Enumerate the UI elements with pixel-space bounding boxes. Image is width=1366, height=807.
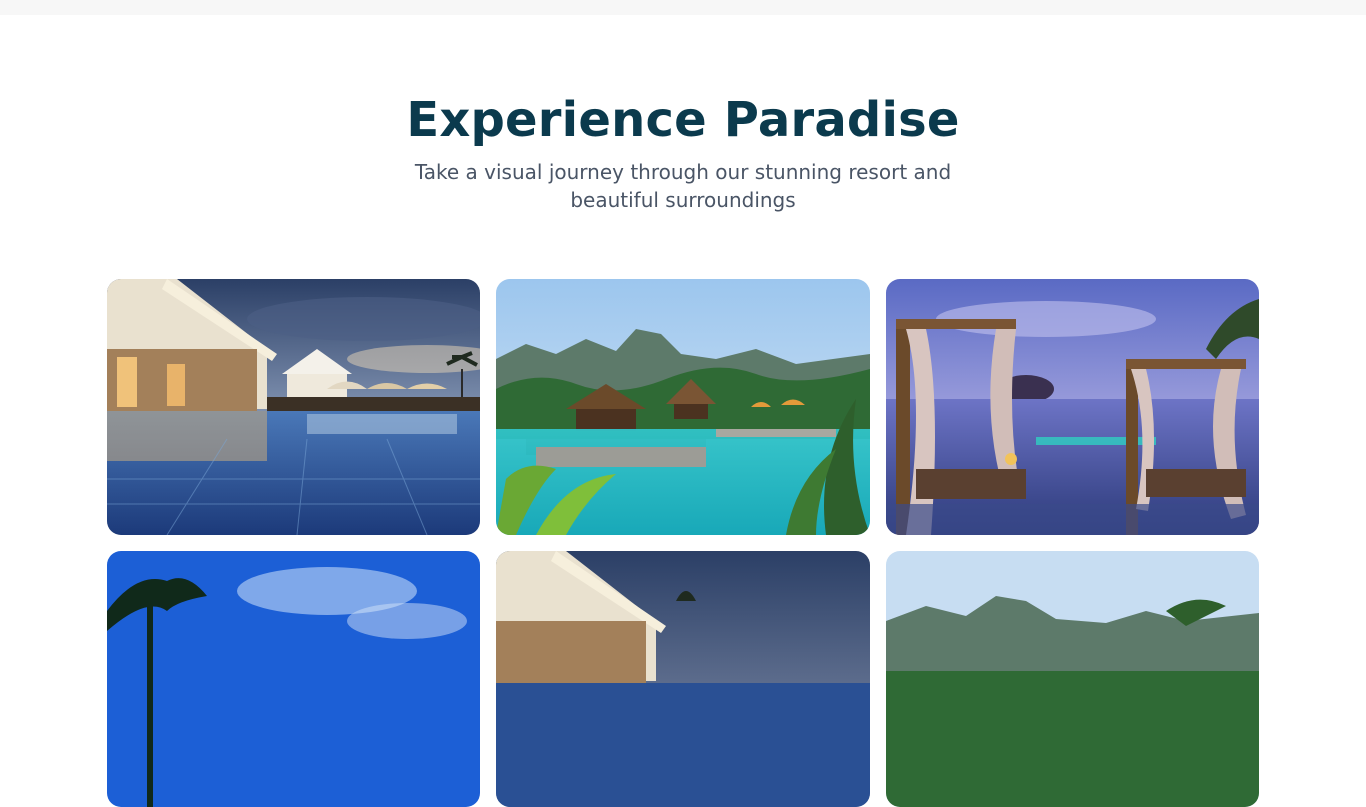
gallery-photo-palm-sky[interactable] (107, 551, 480, 807)
tropical-pool-image (496, 279, 870, 535)
top-strip (0, 0, 1366, 15)
section-subtitle: Take a visual journey through our stunni… (414, 160, 952, 212)
palm-sky-image (107, 551, 480, 807)
photo-gallery (107, 279, 1259, 807)
gallery-header: Experience Paradise Take a visual journe… (0, 84, 1366, 214)
tropical-image-2 (886, 551, 1259, 807)
gallery-photo-pool-villa-2[interactable] (496, 551, 870, 807)
gallery-photo-pool-villa[interactable] (107, 279, 480, 535)
gallery-photo-cabana-sunset[interactable] (886, 279, 1259, 535)
pool-villa-image (107, 279, 480, 535)
gallery-photo-tropical-2[interactable] (886, 551, 1259, 807)
section-title: Experience Paradise (406, 92, 960, 148)
pool-villa-image-2 (496, 551, 870, 807)
cabana-sunset-image (886, 279, 1259, 535)
gallery-photo-tropical-pool[interactable] (496, 279, 870, 535)
